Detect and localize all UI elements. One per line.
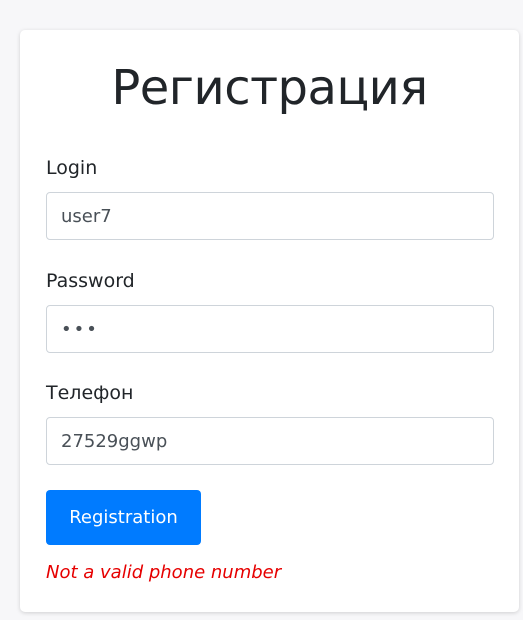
password-label: Password <box>46 270 135 292</box>
registration-card: Регистрация Login Password Телефон Regis… <box>20 30 519 612</box>
registration-button[interactable]: Registration <box>46 490 201 545</box>
phone-input[interactable] <box>46 417 494 465</box>
password-input[interactable] <box>46 305 494 353</box>
login-input[interactable] <box>46 192 494 240</box>
page-title: Регистрация <box>111 60 428 116</box>
login-label: Login <box>46 157 98 179</box>
phone-label: Телефон <box>46 382 134 404</box>
phone-error-message: Not a valid phone number <box>46 562 282 583</box>
